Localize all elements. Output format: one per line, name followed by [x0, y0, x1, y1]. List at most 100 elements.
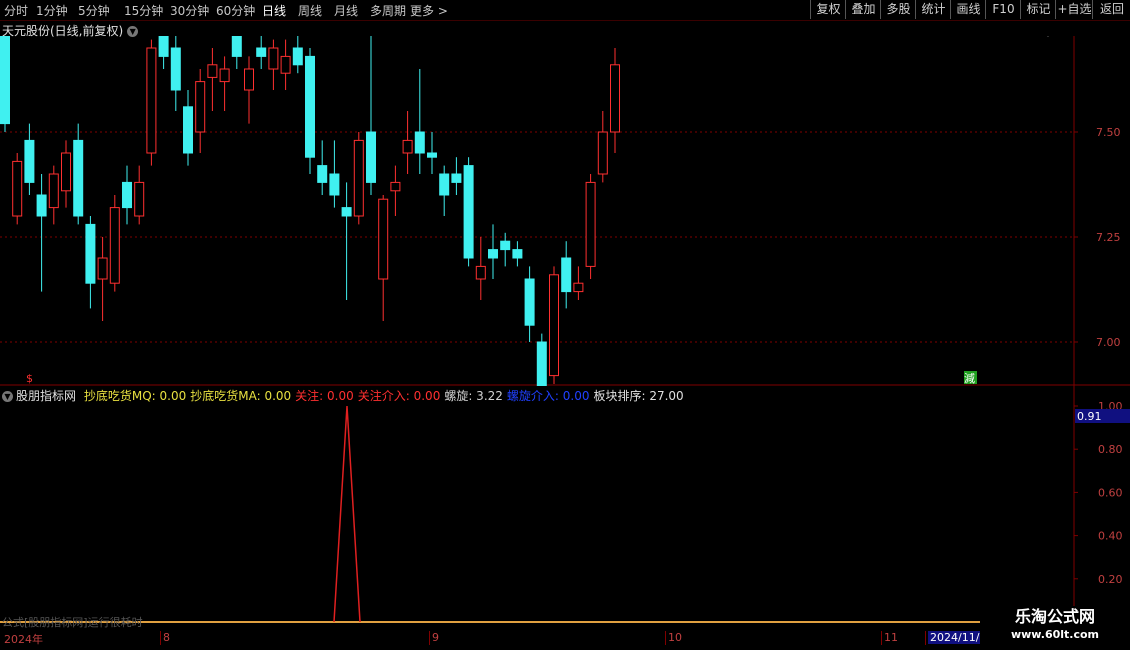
- candle: [536, 333, 547, 386]
- candle: [109, 195, 120, 292]
- date-separator: [881, 631, 882, 645]
- candle: [353, 132, 364, 225]
- candle-body: [48, 173, 59, 209]
- candle-body: [85, 223, 96, 284]
- price-tick-label: 7.25: [1096, 231, 1121, 244]
- toolbar-button-1[interactable]: 叠加: [845, 0, 881, 19]
- candle: [256, 36, 267, 69]
- candle-body: [24, 139, 35, 183]
- period-tab-0[interactable]: 分时: [4, 2, 28, 19]
- toolbar-button-4[interactable]: 画线: [950, 0, 986, 19]
- indicator-tick-label: 0.80: [1098, 443, 1123, 456]
- period-tab-10[interactable]: 更多 >: [410, 2, 448, 19]
- toolbar-button-8[interactable]: 返回: [1092, 0, 1130, 19]
- brand-watermark: 乐淘公式网 www.60lt.com: [980, 606, 1130, 650]
- candle: [573, 266, 584, 300]
- candle: [427, 132, 437, 174]
- candle-body: [463, 165, 474, 259]
- period-tab-9[interactable]: 多周期: [370, 2, 406, 19]
- candle: [134, 165, 145, 225]
- signal-dollar-marker: $: [26, 372, 33, 385]
- date-separator: [665, 631, 666, 645]
- candle: [341, 182, 352, 300]
- candle-body: [500, 240, 511, 251]
- candle: [122, 165, 132, 225]
- candle-body: [561, 257, 572, 293]
- candle: [0, 36, 10, 132]
- indicator-chart[interactable]: 0.200.400.600.801.000.91: [0, 386, 1130, 626]
- candle: [292, 36, 303, 74]
- candle: [597, 111, 608, 183]
- candle-body: [597, 131, 608, 175]
- toolbar-button-6[interactable]: 标记: [1020, 0, 1056, 19]
- candle: [378, 195, 389, 321]
- toolbar-button-5[interactable]: F10: [985, 0, 1021, 19]
- price-chart[interactable]: 7.007.257.507.758.008.258.508.759.009.25…: [0, 36, 1130, 386]
- candle: [219, 56, 230, 111]
- period-tab-7[interactable]: 周线: [298, 2, 322, 19]
- current-value-label: 0.91: [1077, 410, 1102, 423]
- toolbar-button-0[interactable]: 复权: [810, 0, 846, 19]
- brand-name: 乐淘公式网: [1014, 607, 1095, 626]
- candle: [61, 140, 71, 208]
- period-tab-5[interactable]: 60分钟: [216, 2, 255, 19]
- candle-body: [109, 207, 120, 284]
- candle: [500, 232, 511, 267]
- period-tab-4[interactable]: 30分钟: [170, 2, 209, 19]
- candle-body: [317, 165, 328, 183]
- candle: [549, 266, 559, 384]
- candle: [402, 111, 413, 174]
- candle: [158, 36, 169, 69]
- candle: [73, 123, 84, 225]
- date-separator: [925, 631, 926, 645]
- candle: [610, 48, 620, 153]
- candle-body: [390, 181, 401, 192]
- candle: [524, 266, 535, 342]
- candle-body: [549, 274, 559, 377]
- period-tab-2[interactable]: 5分钟: [78, 2, 110, 19]
- period-tab-1[interactable]: 1分钟: [36, 2, 68, 19]
- price-tick-label: 7.50: [1096, 126, 1121, 139]
- candle-body: [122, 181, 132, 209]
- candle: [85, 216, 96, 309]
- candle-body: [427, 152, 437, 158]
- candle: [48, 165, 59, 225]
- indicator-tick-label: 0.40: [1098, 530, 1123, 543]
- period-tab-3[interactable]: 15分钟: [124, 2, 163, 19]
- candle-body: [12, 160, 23, 217]
- date-axis-label: 2024年: [4, 633, 43, 646]
- candle-body: [292, 47, 303, 66]
- toolbar-button-2[interactable]: 多股: [880, 0, 916, 19]
- candle-body: [536, 341, 547, 386]
- toolbar-button-3[interactable]: 统计: [915, 0, 951, 19]
- candle: [329, 140, 340, 208]
- candle-body: [207, 64, 218, 78]
- candle-body: [353, 139, 364, 217]
- date-axis-label: 9: [432, 631, 439, 644]
- candle: [183, 90, 193, 166]
- candle-body: [280, 55, 291, 74]
- candle: [585, 174, 596, 279]
- candle: [439, 165, 450, 216]
- candle-body: [439, 173, 450, 196]
- toolbar-button-7[interactable]: +自选: [1055, 0, 1093, 19]
- candle-body: [170, 47, 181, 91]
- candle-body: [341, 207, 352, 217]
- candle: [146, 39, 157, 166]
- candle: [463, 157, 474, 267]
- candle: [561, 241, 572, 309]
- period-tab-8[interactable]: 月线: [334, 2, 358, 19]
- candle-body: [73, 139, 84, 217]
- candle-body: [573, 282, 584, 293]
- candle: [24, 123, 35, 195]
- candle: [451, 157, 462, 195]
- period-tab-6[interactable]: 日线: [262, 2, 286, 19]
- candle: [512, 241, 523, 267]
- candle-body: [524, 278, 535, 326]
- candle: [231, 36, 242, 69]
- candle: [305, 48, 315, 174]
- candle-body: [512, 249, 523, 259]
- date-axis: 2024年 8 9 10 11 2024/11/: [0, 631, 982, 646]
- brand-url: www.60lt.com: [1010, 628, 1100, 641]
- candle-body: [183, 106, 193, 154]
